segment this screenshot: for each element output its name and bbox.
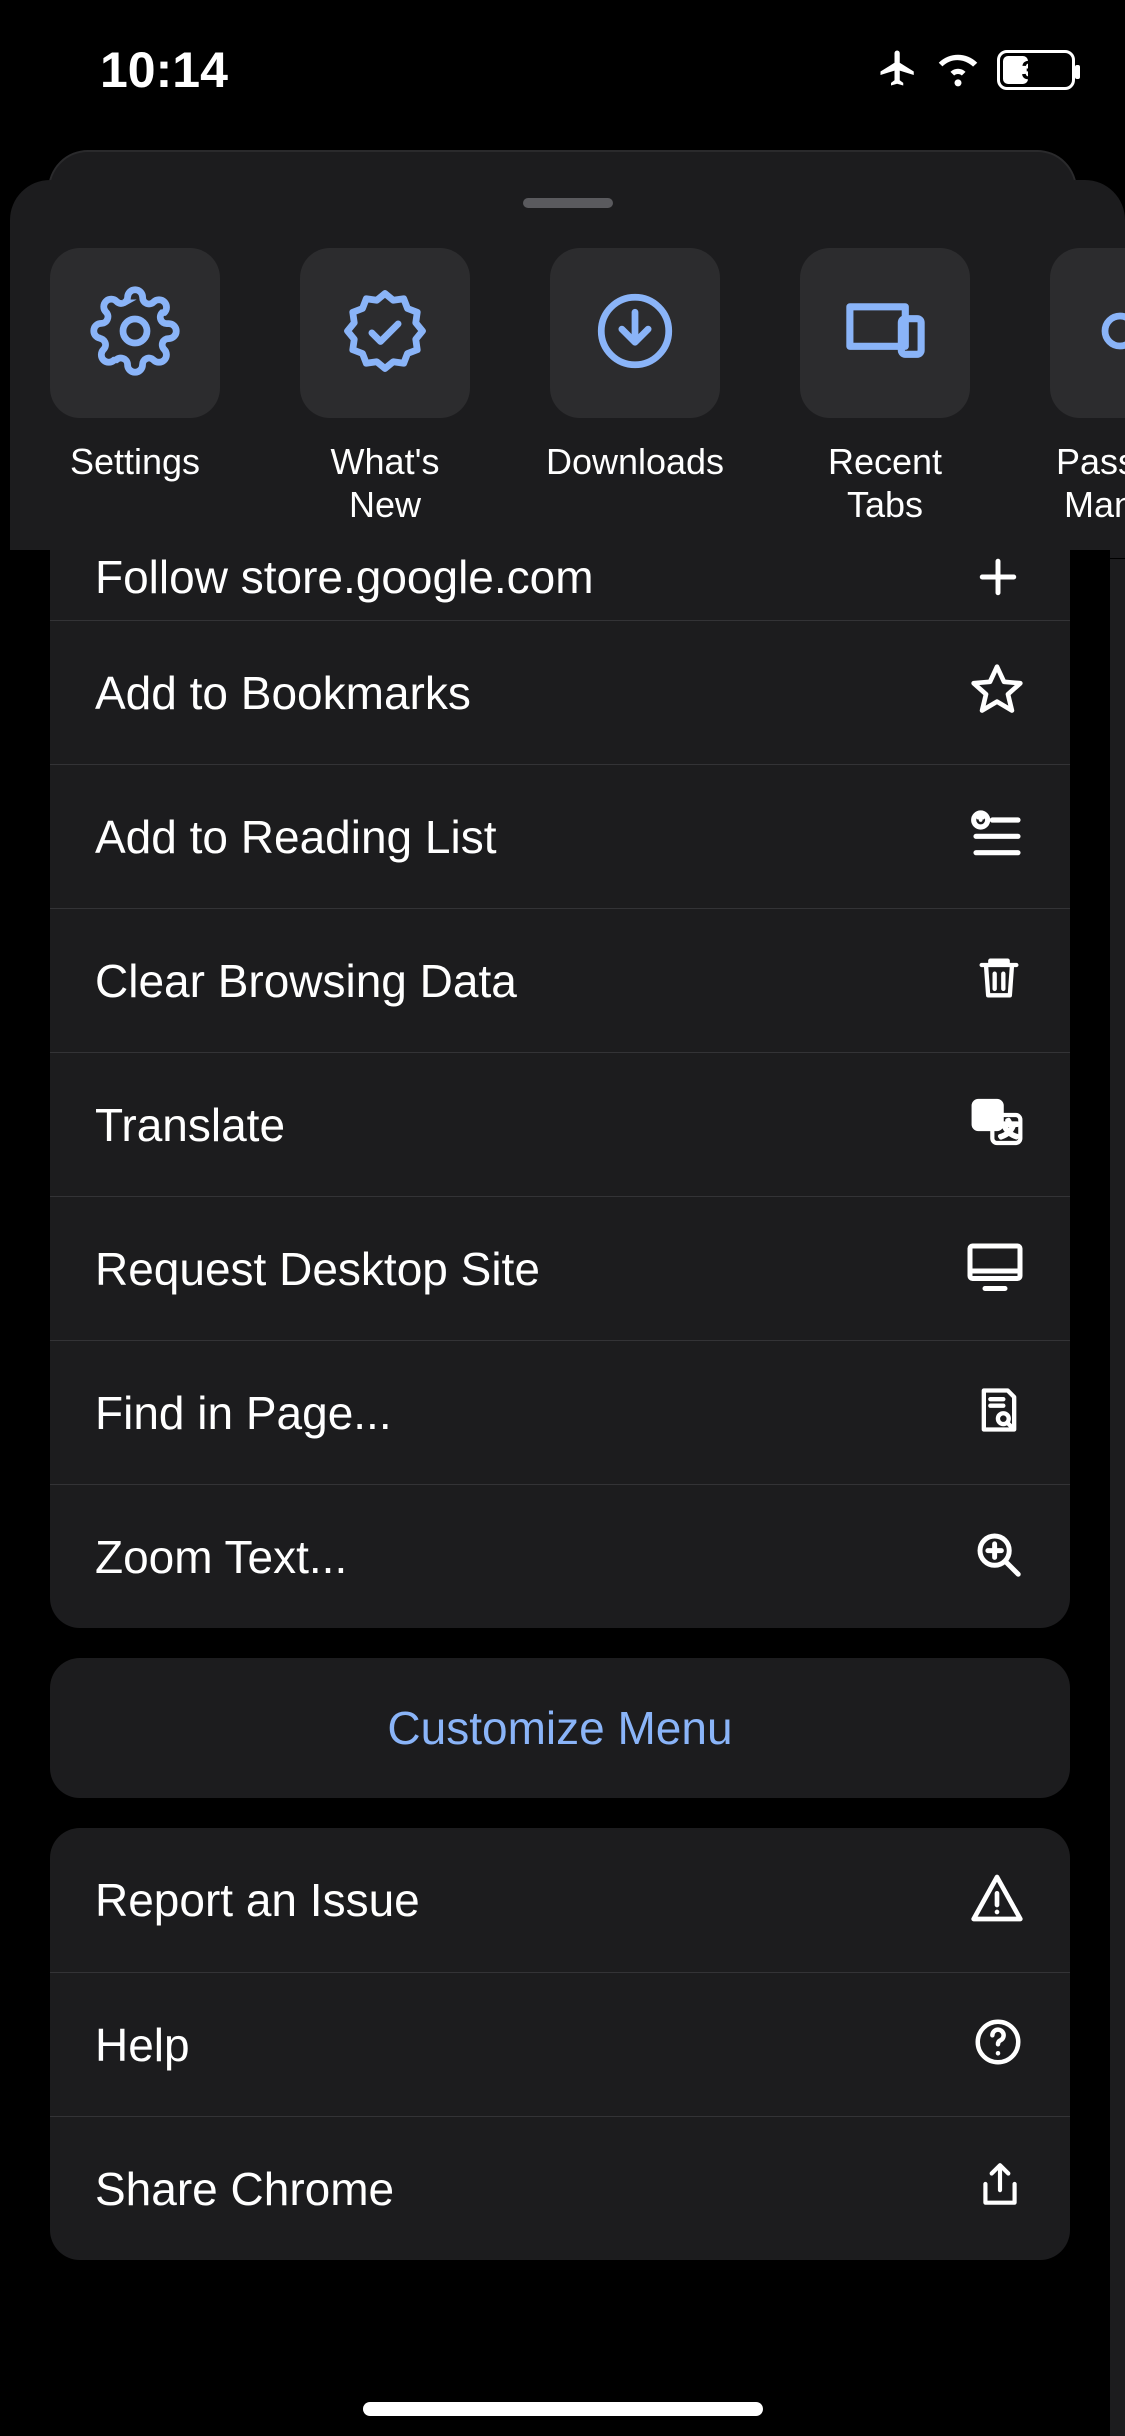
battery-icon: 38 bbox=[997, 50, 1075, 90]
menu-item-translate[interactable]: Translate G文 bbox=[50, 1052, 1070, 1196]
airplane-mode-icon bbox=[877, 47, 919, 94]
shortcut-tile bbox=[50, 248, 220, 418]
wifi-icon bbox=[937, 47, 979, 94]
menu-item-label: Add to Bookmarks bbox=[95, 666, 471, 720]
gear-icon bbox=[90, 286, 180, 381]
status-icons: 38 bbox=[877, 47, 1075, 94]
menu-item-label: Add to Reading List bbox=[95, 810, 497, 864]
shortcut-label: Settings bbox=[70, 440, 200, 483]
shortcut-label: Recent Tabs bbox=[800, 440, 970, 526]
menu-item-label: Report an Issue bbox=[95, 1873, 420, 1927]
reading-list-icon bbox=[969, 806, 1025, 867]
menu-item-label: Help bbox=[95, 2018, 190, 2072]
shortcut-label: What's New bbox=[300, 440, 470, 526]
menu-group-support: Report an Issue Help Share Chrome bbox=[50, 1828, 1070, 2260]
menu-item-add-bookmarks[interactable]: Add to Bookmarks bbox=[50, 620, 1070, 764]
shortcut-downloads[interactable]: Downloads bbox=[550, 248, 720, 526]
key-icon bbox=[1090, 286, 1125, 381]
status-bar: 10:14 38 bbox=[0, 0, 1125, 140]
sheet-grabber[interactable] bbox=[523, 198, 613, 208]
shortcut-label: Downloads bbox=[546, 440, 724, 483]
menu-item-label: Zoom Text... bbox=[95, 1530, 347, 1584]
help-circle-icon bbox=[971, 2015, 1025, 2074]
shortcut-tile bbox=[300, 248, 470, 418]
status-time: 10:14 bbox=[100, 41, 228, 99]
menu-item-clear-browsing-data[interactable]: Clear Browsing Data bbox=[50, 908, 1070, 1052]
zoom-in-icon bbox=[971, 1527, 1025, 1586]
star-icon bbox=[969, 662, 1025, 723]
menu-item-find-in-page[interactable]: Find in Page... bbox=[50, 1340, 1070, 1484]
trash-icon bbox=[973, 952, 1025, 1009]
menu-item-follow[interactable]: Follow store.google.com bbox=[50, 550, 1070, 620]
menu-sheet: Settings What's New Downloads bbox=[10, 180, 1125, 2436]
shortcut-whats-new[interactable]: What's New bbox=[300, 248, 470, 526]
shortcut-row[interactable]: Settings What's New Downloads bbox=[10, 208, 1125, 559]
warning-triangle-icon bbox=[969, 1870, 1025, 1931]
translate-icon: G文 bbox=[969, 1094, 1025, 1155]
shortcut-settings[interactable]: Settings bbox=[50, 248, 220, 526]
menu-item-label: Find in Page... bbox=[95, 1386, 392, 1440]
menu-item-report-issue[interactable]: Report an Issue bbox=[50, 1828, 1070, 1972]
menu-item-share-chrome[interactable]: Share Chrome bbox=[50, 2116, 1070, 2260]
plus-icon bbox=[971, 550, 1025, 609]
desktop-icon bbox=[965, 1236, 1025, 1301]
menu-item-add-reading-list[interactable]: Add to Reading List bbox=[50, 764, 1070, 908]
home-indicator[interactable] bbox=[363, 2402, 763, 2416]
menu-item-label: Request Desktop Site bbox=[95, 1242, 540, 1296]
customize-menu-label: Customize Menu bbox=[387, 1701, 732, 1755]
menu-group-actions: Follow store.google.com Add to Bookmarks… bbox=[50, 550, 1070, 1628]
download-icon bbox=[590, 286, 680, 381]
shortcut-recent-tabs[interactable]: Recent Tabs bbox=[800, 248, 970, 526]
menu-item-label: Share Chrome bbox=[95, 2162, 394, 2216]
shortcut-label: Password Manager bbox=[1056, 440, 1125, 526]
devices-icon bbox=[838, 283, 933, 383]
menu-item-help[interactable]: Help bbox=[50, 1972, 1070, 2116]
shortcut-tile bbox=[1050, 248, 1125, 418]
menu-item-label: Clear Browsing Data bbox=[95, 954, 517, 1008]
shortcut-tile bbox=[800, 248, 970, 418]
badge-check-icon bbox=[340, 286, 430, 381]
menu-item-label: Follow store.google.com bbox=[95, 550, 594, 604]
svg-text:文: 文 bbox=[999, 1119, 1018, 1140]
menu-scroll[interactable]: Follow store.google.com Add to Bookmarks… bbox=[10, 550, 1110, 2436]
find-in-page-icon bbox=[973, 1384, 1025, 1441]
menu-item-label: Translate bbox=[95, 1098, 285, 1152]
menu-item-request-desktop-site[interactable]: Request Desktop Site bbox=[50, 1196, 1070, 1340]
shortcut-password-manager[interactable]: Password Manager bbox=[1050, 248, 1125, 526]
share-icon bbox=[975, 2159, 1025, 2218]
battery-percent: 38 bbox=[997, 55, 1075, 86]
menu-item-customize-menu[interactable]: Customize Menu bbox=[50, 1658, 1070, 1798]
shortcut-tile bbox=[550, 248, 720, 418]
menu-item-zoom-text[interactable]: Zoom Text... bbox=[50, 1484, 1070, 1628]
